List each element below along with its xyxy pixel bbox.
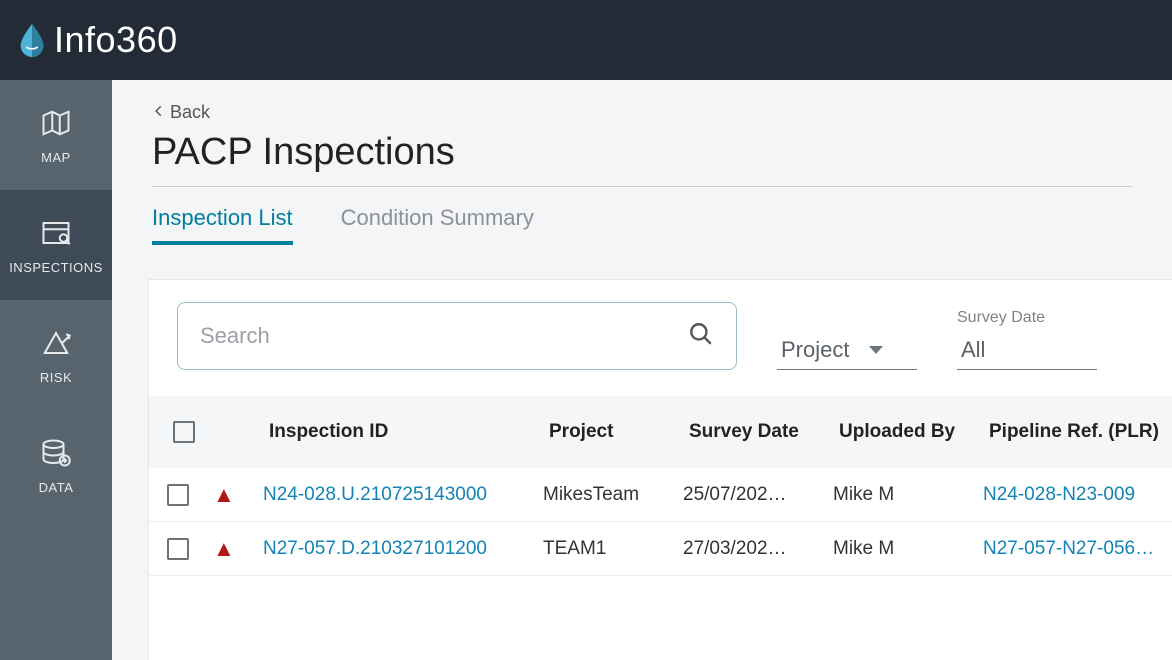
brand-name: Info360 [54, 19, 178, 61]
map-icon [39, 106, 73, 140]
top-bar: Info360 [0, 0, 1172, 80]
sidebar-item-map[interactable]: MAP [0, 80, 112, 190]
inspection-table: Inspection ID Project Survey Date Upload… [149, 396, 1172, 576]
back-label: Back [170, 102, 210, 123]
cell-uploaded-by: Mike M [833, 538, 983, 560]
project-select-label: Project [781, 337, 849, 363]
plr-link[interactable]: N27-057-N27-056… [983, 538, 1172, 560]
select-all-checkbox[interactable] [173, 421, 195, 443]
survey-date-label: Survey Date [957, 309, 1097, 327]
search-icon [688, 321, 714, 352]
tabs: Inspection List Condition Summary [112, 187, 1172, 245]
col-project: Project [543, 417, 683, 448]
list-panel: Project Survey Date All Inspection ID P [148, 279, 1172, 660]
brand-droplet-icon [18, 23, 46, 57]
tab-condition-summary[interactable]: Condition Summary [341, 205, 534, 245]
sidebar-item-inspections[interactable]: INSPECTIONS [0, 190, 112, 300]
search-box[interactable] [177, 302, 737, 370]
inspection-id-link[interactable]: N24-028.U.210725143000 [263, 484, 543, 506]
cell-survey-date: 25/07/202… [683, 484, 833, 506]
col-uploaded-by: Uploaded By [833, 417, 983, 448]
sidebar-item-label: MAP [41, 150, 71, 165]
plr-link[interactable]: N24-028-N23-009 [983, 484, 1172, 506]
sidebar-item-risk[interactable]: RISK [0, 300, 112, 410]
survey-date-value: All [961, 337, 985, 363]
cell-project: TEAM1 [543, 538, 683, 560]
inspection-id-link[interactable]: N27-057.D.210327101200 [263, 538, 543, 560]
cell-uploaded-by: Mike M [833, 484, 983, 506]
sidebar-item-data[interactable]: DATA [0, 410, 112, 520]
sidebar-item-label: RISK [40, 370, 72, 385]
filter-bar: Project Survey Date All [149, 302, 1172, 370]
risk-icon [39, 326, 73, 360]
inspections-icon [39, 216, 73, 250]
table-header: Inspection ID Project Survey Date Upload… [149, 396, 1172, 468]
page-title: PACP Inspections [152, 131, 1132, 174]
cell-project: MikesTeam [543, 484, 683, 506]
search-input[interactable] [200, 323, 688, 349]
cell-survey-date: 27/03/202… [683, 538, 833, 560]
table-row[interactable]: ▲ N27-057.D.210327101200 TEAM1 27/03/202… [149, 522, 1172, 576]
tab-inspection-list[interactable]: Inspection List [152, 205, 293, 245]
warning-icon: ▲ [213, 536, 263, 562]
sidebar-item-label: INSPECTIONS [9, 260, 103, 275]
chevron-down-icon [869, 346, 883, 354]
row-checkbox[interactable] [167, 538, 189, 560]
database-icon [39, 436, 73, 470]
survey-date-select[interactable]: All [957, 331, 1097, 370]
row-checkbox[interactable] [167, 484, 189, 506]
back-button[interactable]: Back [152, 102, 1132, 123]
project-select[interactable]: Project [777, 331, 917, 370]
col-plr: Pipeline Ref. (PLR) [983, 417, 1172, 448]
brand: Info360 [18, 19, 178, 61]
sidebar-item-label: DATA [39, 480, 74, 495]
col-survey-date: Survey Date [683, 417, 833, 448]
chevron-left-icon [152, 102, 166, 123]
content-area: Back PACP Inspections Inspection List Co… [112, 80, 1172, 660]
col-inspection-id: Inspection ID [263, 417, 543, 448]
project-filter: Project [777, 331, 917, 370]
table-row[interactable]: ▲ N24-028.U.210725143000 MikesTeam 25/07… [149, 468, 1172, 522]
survey-date-filter: Survey Date All [957, 309, 1097, 370]
warning-icon: ▲ [213, 482, 263, 508]
sidebar: MAP INSPECTIONS RISK [0, 80, 112, 660]
